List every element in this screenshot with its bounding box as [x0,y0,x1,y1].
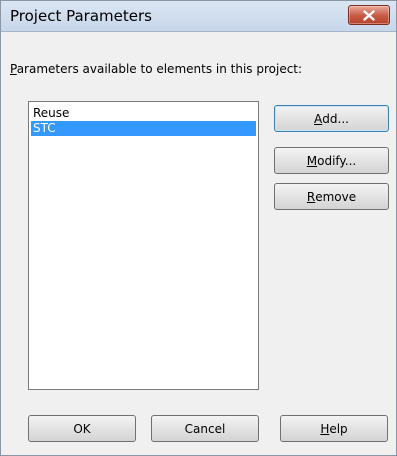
remove-button-label: emove [315,189,357,204]
modify-button-accel: M [306,153,318,168]
list-item-reuse[interactable]: Reuse [31,106,256,121]
help-button-accel: H [320,421,330,436]
cancel-button-label: Cancel [184,421,226,436]
help-button-label: elp [329,421,348,436]
add-button-accel: A [314,111,323,126]
parameters-list[interactable]: Reuse STC [28,101,259,390]
cancel-button[interactable]: Cancel [151,415,259,442]
remove-button-accel: R [306,189,316,204]
project-parameters-dialog: Project Parameters Parameters available … [0,0,397,456]
ok-button[interactable]: OK [28,415,136,442]
ok-button-label: OK [73,421,91,436]
modify-button-label: odify... [317,153,357,168]
modify-button[interactable]: Modify... [274,147,389,174]
remove-button[interactable]: Remove [274,183,389,210]
title-bar[interactable]: Project Parameters [1,1,396,32]
list-item-stc[interactable]: STC [31,121,256,136]
add-button-label: dd... [322,111,349,126]
close-x-icon [349,6,389,24]
instruction-accel: P [10,62,17,76]
add-button[interactable]: Add... [274,105,389,132]
help-button[interactable]: Help [280,415,388,442]
instruction-label: Parameters available to elements in this… [10,62,302,76]
dialog-title: Project Parameters [10,7,152,25]
instruction-text: arameters available to elements in this … [16,62,303,76]
close-button[interactable] [348,5,390,25]
